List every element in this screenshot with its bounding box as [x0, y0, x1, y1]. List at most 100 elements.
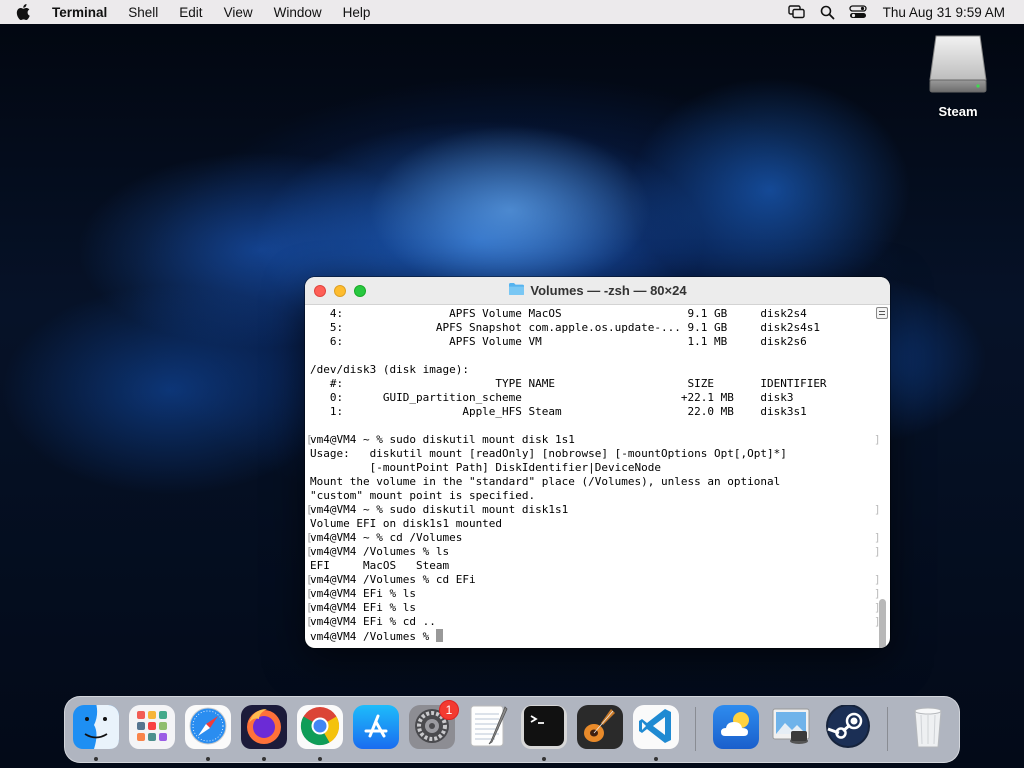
terminal-line-text: 5: APFS Snapshot com.apple.os.update-...… — [310, 321, 820, 334]
terminal-line: 4: APFS Volume MacOS 9.1 GB disk2s4 — [310, 307, 890, 321]
terminal-lines: 4: APFS Volume MacOS 9.1 GB disk2s4 5: A… — [306, 307, 890, 643]
weather-icon — [713, 705, 759, 751]
prompt-mark: [ — [306, 573, 313, 586]
scrollbar[interactable] — [876, 323, 890, 648]
prompt-mark: [ — [306, 587, 313, 600]
terminal-line-text: vm4@VM4 EFi % ls — [310, 601, 416, 614]
vscode-icon — [633, 705, 679, 751]
chrome-icon — [297, 705, 343, 751]
running-indicator — [206, 757, 210, 761]
menu-bar-clock[interactable]: Thu Aug 31 9:59 AM — [883, 5, 1005, 20]
terminal-line: [] vm4@VM4 ~ % cd /Volumes — [306, 531, 890, 545]
menu-help[interactable]: Help — [343, 5, 371, 20]
terminal-line-text: 6: APFS Volume VM 1.1 MB disk2s6 — [310, 335, 807, 348]
control-center-icon[interactable] — [849, 5, 867, 19]
terminal-line-text: vm4@VM4 EFi % cd .. — [310, 615, 436, 628]
terminal-line: [] vm4@VM4 ~ % sudo diskutil mount disk1s… — [306, 503, 890, 517]
terminal-line-text: Mount the volume in the "standard" place… — [310, 475, 781, 488]
menu-app-terminal[interactable]: Terminal — [52, 5, 107, 20]
dock-safari[interactable] — [185, 705, 231, 751]
dock-separator — [887, 707, 888, 751]
minimize-button[interactable] — [334, 285, 346, 297]
terminal-line: 1: Apple_HFS Steam 22.0 MB disk3s1 — [310, 405, 890, 419]
running-indicator — [654, 757, 658, 761]
terminal-line-text: vm4@VM4 /Volumes % ls — [310, 545, 450, 558]
menu-view[interactable]: View — [224, 5, 253, 20]
dock-trash[interactable] — [905, 705, 951, 751]
terminal-content[interactable]: 4: APFS Volume MacOS 9.1 GB disk2s4 5: A… — [305, 305, 890, 648]
textedit-icon — [465, 705, 511, 751]
dock-finder[interactable] — [73, 705, 119, 751]
running-indicator — [94, 757, 98, 761]
terminal-line: 5: APFS Snapshot com.apple.os.update-...… — [310, 321, 890, 335]
prompt-mark: [ — [306, 503, 313, 516]
dock-chrome[interactable] — [297, 705, 343, 751]
search-icon[interactable] — [820, 5, 835, 20]
terminal-line-text: 4: APFS Volume MacOS 9.1 GB disk2s4 — [310, 307, 807, 320]
window-title: Volumes — -zsh — 80×24 — [530, 283, 687, 298]
dock-preview[interactable] — [769, 705, 815, 751]
terminal-line-text: vm4@VM4 /Volumes % cd EFi — [310, 573, 476, 586]
terminal-line-text: Volume EFI on disk1s1 mounted — [310, 517, 503, 530]
preview-icon — [769, 705, 815, 751]
scrollbar-thumb[interactable] — [879, 599, 886, 648]
terminal-line-text: "custom" mount point is specified. — [310, 489, 536, 502]
terminal-line-text: 1: Apple_HFS Steam 22.0 MB disk3s1 — [310, 405, 807, 418]
folder-icon — [508, 281, 525, 300]
terminal-line-text: EFI MacOS Steam — [310, 559, 450, 572]
terminal-line: [] vm4@VM4 /Volumes % ls — [306, 545, 890, 559]
terminal-line-text: #: TYPE NAME SIZE IDENTIFIER — [310, 377, 827, 390]
dock-terminal[interactable] — [521, 705, 567, 751]
notification-badge: 1 — [439, 700, 459, 720]
terminal-line: 6: APFS Volume VM 1.1 MB disk2s6 — [310, 335, 890, 349]
terminal-window[interactable]: Volumes — -zsh — 80×24 4: APFS Volume Ma… — [305, 277, 890, 648]
prompt-mark: [ — [306, 531, 313, 544]
prompt-mark: [ — [306, 545, 313, 558]
desktop-volume-steam[interactable]: Steam — [926, 34, 990, 124]
external-drive-icon — [928, 34, 988, 100]
terminal-line-text: Usage: diskutil mount [readOnly] [nobrow… — [310, 447, 787, 460]
desktop-icon-label: Steam — [938, 104, 978, 119]
app-store-icon — [353, 705, 399, 751]
terminal-line: [] vm4@VM4 EFi % cd .. — [306, 615, 890, 629]
dock-garageband[interactable] — [577, 705, 623, 751]
window-titlebar[interactable]: Volumes — -zsh — 80×24 — [305, 277, 890, 305]
terminal-line: /dev/disk3 (disk image): — [310, 363, 890, 377]
running-indicator — [262, 757, 266, 761]
terminal-icon — [521, 705, 567, 751]
zoom-button[interactable] — [354, 285, 366, 297]
terminal-line: 0: GUID_partition_scheme +22.1 MB disk3 — [310, 391, 890, 405]
close-button[interactable] — [314, 285, 326, 297]
dock-app-store[interactable] — [353, 705, 399, 751]
menu-edit[interactable]: Edit — [179, 5, 202, 20]
terminal-line: Usage: diskutil mount [readOnly] [nobrow… — [310, 447, 890, 461]
launchpad-icon — [129, 705, 175, 751]
dock-textedit[interactable] — [465, 705, 511, 751]
dock-steam[interactable] — [825, 705, 871, 751]
running-indicator — [318, 757, 322, 761]
marks-menu-button[interactable] — [876, 307, 888, 319]
terminal-line: Mount the volume in the "standard" place… — [310, 475, 890, 489]
screen-mirroring-icon[interactable] — [787, 5, 806, 19]
terminal-line-text: 0: GUID_partition_scheme +22.1 MB disk3 — [310, 391, 794, 404]
steam-icon — [825, 705, 871, 751]
dock: 1 — [64, 696, 960, 763]
dock-weather[interactable] — [713, 705, 759, 751]
terminal-line-text: vm4@VM4 EFi % ls — [310, 587, 416, 600]
dock-launchpad[interactable] — [129, 705, 175, 751]
text-cursor — [435, 629, 443, 642]
firefox-icon — [241, 705, 287, 751]
dock-firefox[interactable] — [241, 705, 287, 751]
apple-menu-icon[interactable] — [16, 4, 42, 20]
prompt-mark: [ — [306, 601, 313, 614]
safari-icon — [185, 705, 231, 751]
menu-window[interactable]: Window — [274, 5, 322, 20]
dock-vscode[interactable] — [633, 705, 679, 751]
terminal-line-text: vm4@VM4 ~ % cd /Volumes — [310, 531, 463, 544]
terminal-line: "custom" mount point is specified. — [310, 489, 890, 503]
terminal-line: EFI MacOS Steam — [310, 559, 890, 573]
terminal-line: [] vm4@VM4 EFi % ls — [306, 601, 890, 615]
terminal-line-text: [-mountPoint Path] DiskIdentifier|Device… — [310, 461, 661, 474]
menu-shell[interactable]: Shell — [128, 5, 158, 20]
